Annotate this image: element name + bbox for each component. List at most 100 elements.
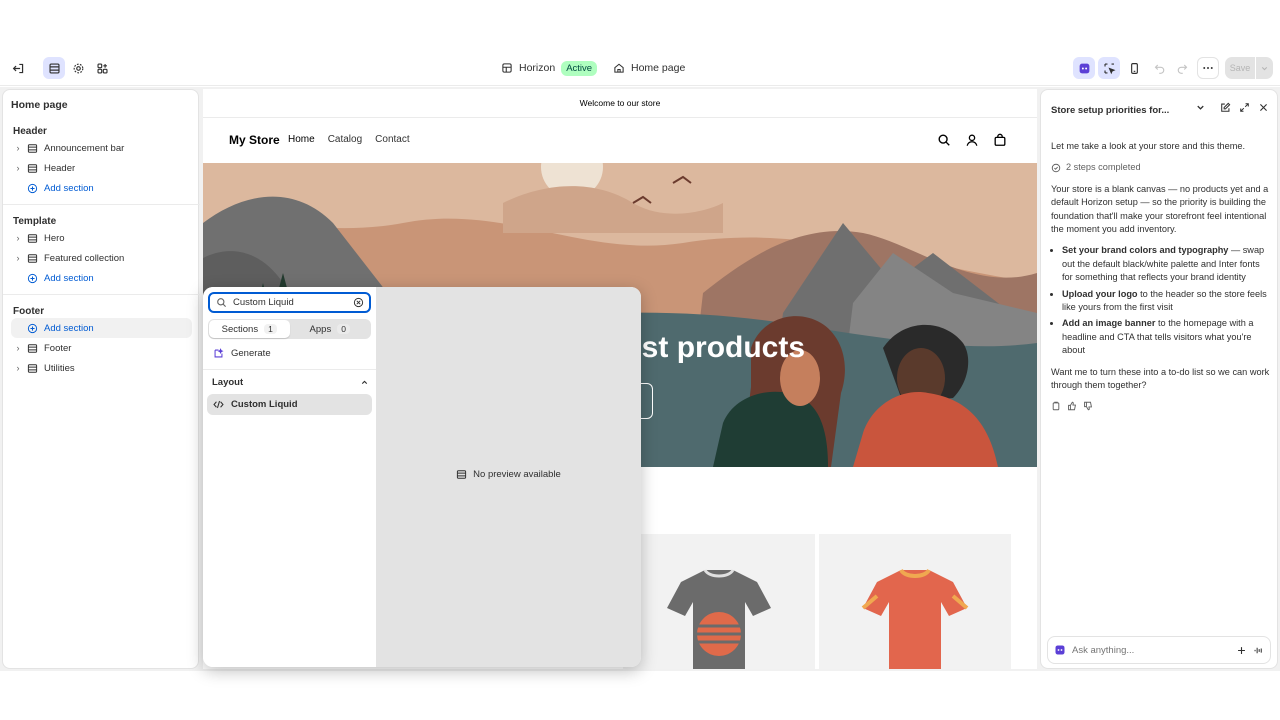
apps-icon[interactable] — [91, 57, 113, 79]
sidebar-item-announcement-bar[interactable]: › Announcement bar — [11, 138, 192, 158]
close-icon[interactable] — [1258, 102, 1269, 113]
generate-button[interactable]: Generate — [213, 348, 271, 359]
copy-icon[interactable] — [1051, 401, 1061, 411]
tshirt-gray-image — [667, 569, 771, 669]
assistant-input-box[interactable] — [1047, 636, 1271, 664]
sidebar-item-hero[interactable]: › Hero — [11, 228, 192, 248]
assistant-title: Store setup priorities for... — [1051, 105, 1170, 116]
assistant-intro: Let me take a look at your store and thi… — [1051, 141, 1246, 151]
code-icon — [213, 399, 224, 410]
nav-home[interactable]: Home — [288, 134, 315, 145]
group-title-header: Header — [13, 126, 47, 137]
exit-icon[interactable] — [7, 57, 29, 79]
section-icon — [25, 231, 39, 245]
steps-completed[interactable]: 2 steps completed — [1051, 161, 1271, 174]
sections-icon[interactable] — [43, 57, 65, 79]
clear-search-icon[interactable] — [353, 297, 364, 308]
chevron-up-icon[interactable] — [360, 378, 369, 387]
product-card[interactable] — [819, 534, 1011, 669]
chevron-right-icon[interactable]: › — [11, 143, 25, 153]
chevron-right-icon[interactable]: › — [11, 163, 25, 173]
chevron-right-icon[interactable]: › — [11, 253, 25, 263]
product-card[interactable] — [623, 534, 815, 669]
thumbs-up-icon[interactable] — [1067, 401, 1077, 411]
theme-selector[interactable]: Horizon Active — [501, 50, 598, 86]
sidekick-icon — [1054, 644, 1066, 656]
group-title-template: Template — [13, 216, 57, 227]
store-nav: Home Catalog Contact — [288, 134, 410, 145]
add-section-footer-button[interactable]: Add section — [11, 318, 192, 338]
search-icon — [216, 297, 227, 308]
theme-icon — [502, 63, 512, 73]
steps-label: 2 steps completed — [1066, 162, 1141, 173]
no-preview-message: No preview available — [376, 469, 641, 480]
assistant-summary: Your store is a blank canvas — no produc… — [1051, 183, 1269, 235]
bullet-bold: Add an image banner — [1062, 318, 1156, 329]
divider — [3, 204, 200, 205]
save-button[interactable]: Save — [1225, 57, 1273, 79]
plus-circle-icon — [25, 321, 39, 335]
thumbs-down-icon[interactable] — [1083, 401, 1093, 411]
sidebar-item-label: Utilities — [44, 362, 75, 374]
nav-contact[interactable]: Contact — [375, 134, 409, 145]
add-section-header-button[interactable]: Add section — [11, 178, 192, 198]
assistant-input[interactable] — [1072, 644, 1230, 656]
mobile-preview-icon[interactable] — [1123, 57, 1145, 79]
save-label: Save — [1229, 63, 1251, 73]
nav-catalog[interactable]: Catalog — [328, 134, 362, 145]
tshirt-orange-image — [861, 568, 969, 669]
store-header: My Store Home Catalog Contact — [203, 119, 1037, 163]
voice-icon[interactable] — [1253, 645, 1264, 656]
section-search-input[interactable] — [233, 297, 343, 308]
bullet-bold: Upload your logo — [1062, 288, 1138, 299]
expand-icon[interactable] — [1239, 102, 1250, 113]
list-item: Upload your logo to the header so the st… — [1062, 288, 1271, 315]
new-chat-icon[interactable] — [1220, 102, 1231, 113]
sidebar-item-header[interactable]: › Header — [11, 158, 192, 178]
sidebar-item-label: Footer — [44, 342, 72, 354]
announcement-bar: Welcome to our store — [203, 89, 1037, 118]
more-actions-icon[interactable] — [1197, 57, 1219, 79]
tab-count: 1 — [264, 324, 277, 334]
redo-icon[interactable] — [1171, 57, 1193, 79]
sidebar-item-utilities[interactable]: › Utilities — [11, 358, 192, 378]
chevron-right-icon[interactable]: › — [11, 233, 25, 243]
undo-icon[interactable] — [1149, 57, 1171, 79]
tab-count: 0 — [337, 324, 350, 334]
add-section-label: Add section — [44, 182, 94, 194]
picker-tabs: Sections 1 Apps 0 — [208, 319, 371, 339]
account-icon[interactable] — [965, 133, 979, 147]
plus-icon[interactable] — [1236, 645, 1247, 656]
generate-icon — [213, 348, 224, 359]
chevron-right-icon[interactable]: › — [11, 343, 25, 353]
store-logo[interactable]: My Store — [229, 133, 280, 147]
check-circle-icon — [1051, 163, 1061, 173]
layout-group-header[interactable]: Layout — [212, 377, 369, 388]
section-icon — [25, 361, 39, 375]
cart-icon[interactable] — [993, 133, 1007, 147]
page-selector[interactable]: Home page — [613, 50, 685, 86]
store-header-icons — [937, 133, 1007, 147]
sidebar-item-footer[interactable]: › Footer — [11, 338, 192, 358]
chevron-down-icon[interactable] — [1195, 102, 1206, 113]
section-search-field[interactable] — [208, 292, 371, 313]
section-picker-popover: Sections 1 Apps 0 Generate Layout Custom… — [203, 287, 641, 667]
sidebar-item-label: Hero — [44, 232, 65, 244]
bullet-bold: Set your brand colors and typography — [1062, 245, 1229, 256]
search-icon[interactable] — [937, 133, 951, 147]
add-section-template-button[interactable]: Add section — [11, 268, 192, 288]
chevron-right-icon[interactable]: › — [11, 363, 25, 373]
inspector-icon[interactable] — [1098, 57, 1120, 79]
tab-apps[interactable]: Apps 0 — [290, 320, 371, 338]
chevron-down-icon[interactable] — [1255, 57, 1273, 79]
sidekick-icon[interactable] — [1073, 57, 1095, 79]
list-item: Add an image banner to the homepage with… — [1062, 317, 1271, 357]
add-section-label: Add section — [44, 272, 94, 284]
divider — [3, 294, 200, 295]
section-option-custom-liquid[interactable]: Custom Liquid — [207, 394, 372, 415]
layout-group-label: Layout — [212, 377, 244, 388]
sidebar-item-featured-collection[interactable]: › Featured collection — [11, 248, 192, 268]
gear-icon[interactable] — [67, 57, 89, 79]
sections-sidebar: Home page Header › Announcement bar › He… — [2, 89, 200, 669]
tab-sections[interactable]: Sections 1 — [209, 320, 290, 338]
